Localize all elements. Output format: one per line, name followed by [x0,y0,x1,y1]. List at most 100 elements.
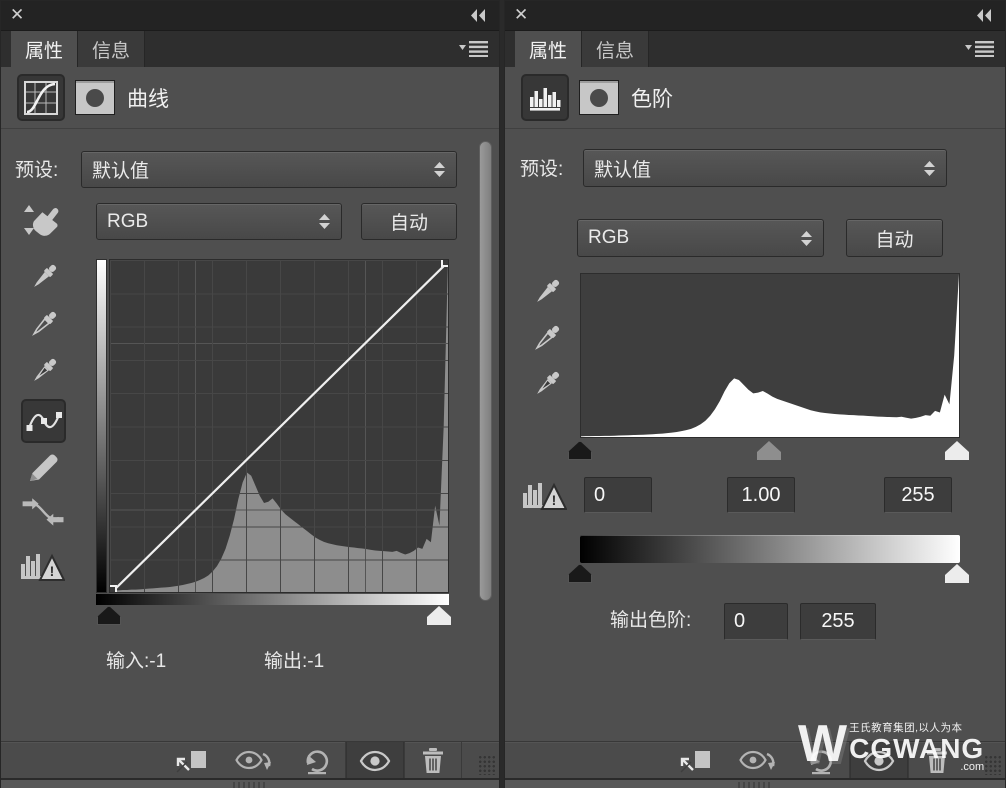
output-shadow-slider[interactable] [568,564,592,583]
levels-tabbar: 属性 信息 [505,31,1005,67]
curve-point-highlights[interactable] [441,260,448,267]
channel-dropdown[interactable]: RGB [577,219,824,257]
targeted-adjustment-icon[interactable] [21,201,65,241]
tab-info[interactable]: 信息 [582,31,650,67]
clip-to-layer-button[interactable] [167,742,219,779]
layer-mask-thumbnail[interactable] [75,80,115,115]
panel-title: 曲线 [127,88,169,111]
black-point-eyedropper-icon[interactable] [24,259,62,299]
clip-to-layer-button[interactable] [671,742,723,779]
collapse-panels-icon[interactable] [975,8,993,23]
preset-label: 预设: [520,159,564,180]
output-shadow-field[interactable] [724,603,788,640]
view-previous-state-button[interactable] [229,742,281,779]
reset-adjustment-button[interactable] [291,742,343,779]
auto-label: 自动 [389,213,428,234]
output-levels-label: 输出色阶: [610,610,692,631]
edit-points-tool-button[interactable] [21,399,66,443]
shadow-input-field[interactable] [584,477,652,513]
updown-arrows-icon [434,162,445,177]
curves-tabbar: 属性 信息 [1,31,499,67]
curve-point-shadows[interactable] [110,585,117,592]
preset-value: 默认值 [92,161,150,182]
panel-menu-icon[interactable] [965,40,995,57]
close-icon[interactable]: ✕ [10,5,24,25]
updown-arrows-icon [801,230,812,246]
highlight-input-field[interactable] [884,477,952,513]
auto-button[interactable]: 自动 [361,203,457,240]
shadow-input-slider[interactable] [568,441,592,460]
highlight-input-slider[interactable] [945,441,969,460]
auto-button[interactable]: 自动 [846,219,943,257]
panel-resize-grip[interactable] [478,755,496,775]
curves-toolbar [1,741,499,779]
photoshop-panels: ✕ 属性 信息 曲线 预设: 默认值 RGB 自动 ! 输入:-1 输出:-1 … [0,0,1006,788]
histogram-warning-icon[interactable]: ! [521,475,567,515]
vertical-scrollbar[interactable] [479,141,492,601]
midtone-input-field[interactable] [727,477,795,513]
preset-value: 默认值 [594,159,652,181]
svg-text:!: ! [552,492,557,508]
panel-menu-icon[interactable] [459,40,489,57]
updown-arrows-icon [924,160,935,176]
tab-properties[interactable]: 属性 [515,31,583,67]
channel-value: RGB [588,227,630,248]
tab-label: 属性 [529,40,568,62]
input-shadow-slider[interactable] [97,606,121,625]
levels-titlebar: ✕ [505,1,1005,31]
collapse-panels-icon[interactable] [469,8,487,23]
curve-line [110,260,448,592]
white-point-eyedropper-icon[interactable] [527,366,565,406]
curves-header: 曲线 [1,67,499,129]
panel-bottom-edge [505,778,1005,788]
histogram-warning-icon[interactable]: ! [19,546,65,586]
levels-adjustment-icon[interactable] [521,74,569,121]
panel-title: 色阶 [631,88,673,111]
tab-label: 信息 [596,40,635,62]
vertical-luminance-ramp [96,259,107,593]
preset-label: 预设: [15,160,59,181]
auto-label: 自动 [875,229,914,251]
delete-adjustment-button[interactable] [409,742,457,779]
preset-dropdown[interactable]: 默认值 [81,151,457,188]
curve-grid[interactable] [109,259,449,593]
channel-value: RGB [107,210,149,232]
midtone-input-slider[interactable] [757,441,781,460]
view-previous-state-button[interactable] [733,742,785,779]
panel-bottom-edge [1,778,499,788]
toggle-visibility-button[interactable] [346,742,404,779]
preset-dropdown[interactable]: 默认值 [583,149,947,187]
tab-label: 属性 [25,40,64,62]
white-point-eyedropper-icon[interactable] [24,353,62,393]
reset-adjustment-button[interactable] [795,742,847,779]
mask-circle [590,88,608,107]
levels-histogram[interactable] [580,273,960,438]
delete-adjustment-button[interactable] [913,742,961,779]
svg-text:!: ! [50,563,55,579]
output-highlight-field[interactable] [800,603,876,640]
panel-resize-grip[interactable] [984,755,1002,775]
toggle-visibility-button[interactable] [850,742,908,779]
tab-info[interactable]: 信息 [78,31,146,67]
black-point-eyedropper-icon[interactable] [527,274,565,314]
tab-properties[interactable]: 属性 [11,31,79,67]
output-highlight-slider[interactable] [945,564,969,583]
input-readout: 输入:-1 [106,651,167,672]
channel-dropdown[interactable]: RGB [96,203,342,240]
input-highlight-slider[interactable] [427,606,451,625]
output-readout: 输出:-1 [264,651,325,672]
panel-drag-handle[interactable] [738,782,772,788]
tab-label: 信息 [92,40,131,62]
close-icon[interactable]: ✕ [514,5,528,25]
gray-point-eyedropper-icon[interactable] [24,306,62,346]
mask-circle [86,88,104,107]
gray-point-eyedropper-icon[interactable] [527,320,565,360]
watermark-tagline: 王氏教育集团,以人为本 [849,722,963,734]
pencil-tool-icon[interactable] [25,448,63,486]
curves-titlebar: ✕ [1,1,499,31]
levels-panel: ✕ 属性 信息 色阶 预设: 默认值 RGB 自动 ! 0 1.00 255 输… [504,0,1006,788]
curves-adjustment-icon[interactable] [17,74,65,121]
layer-mask-thumbnail[interactable] [579,80,619,115]
smooth-curve-icon[interactable] [21,495,65,529]
panel-drag-handle[interactable] [233,782,267,788]
